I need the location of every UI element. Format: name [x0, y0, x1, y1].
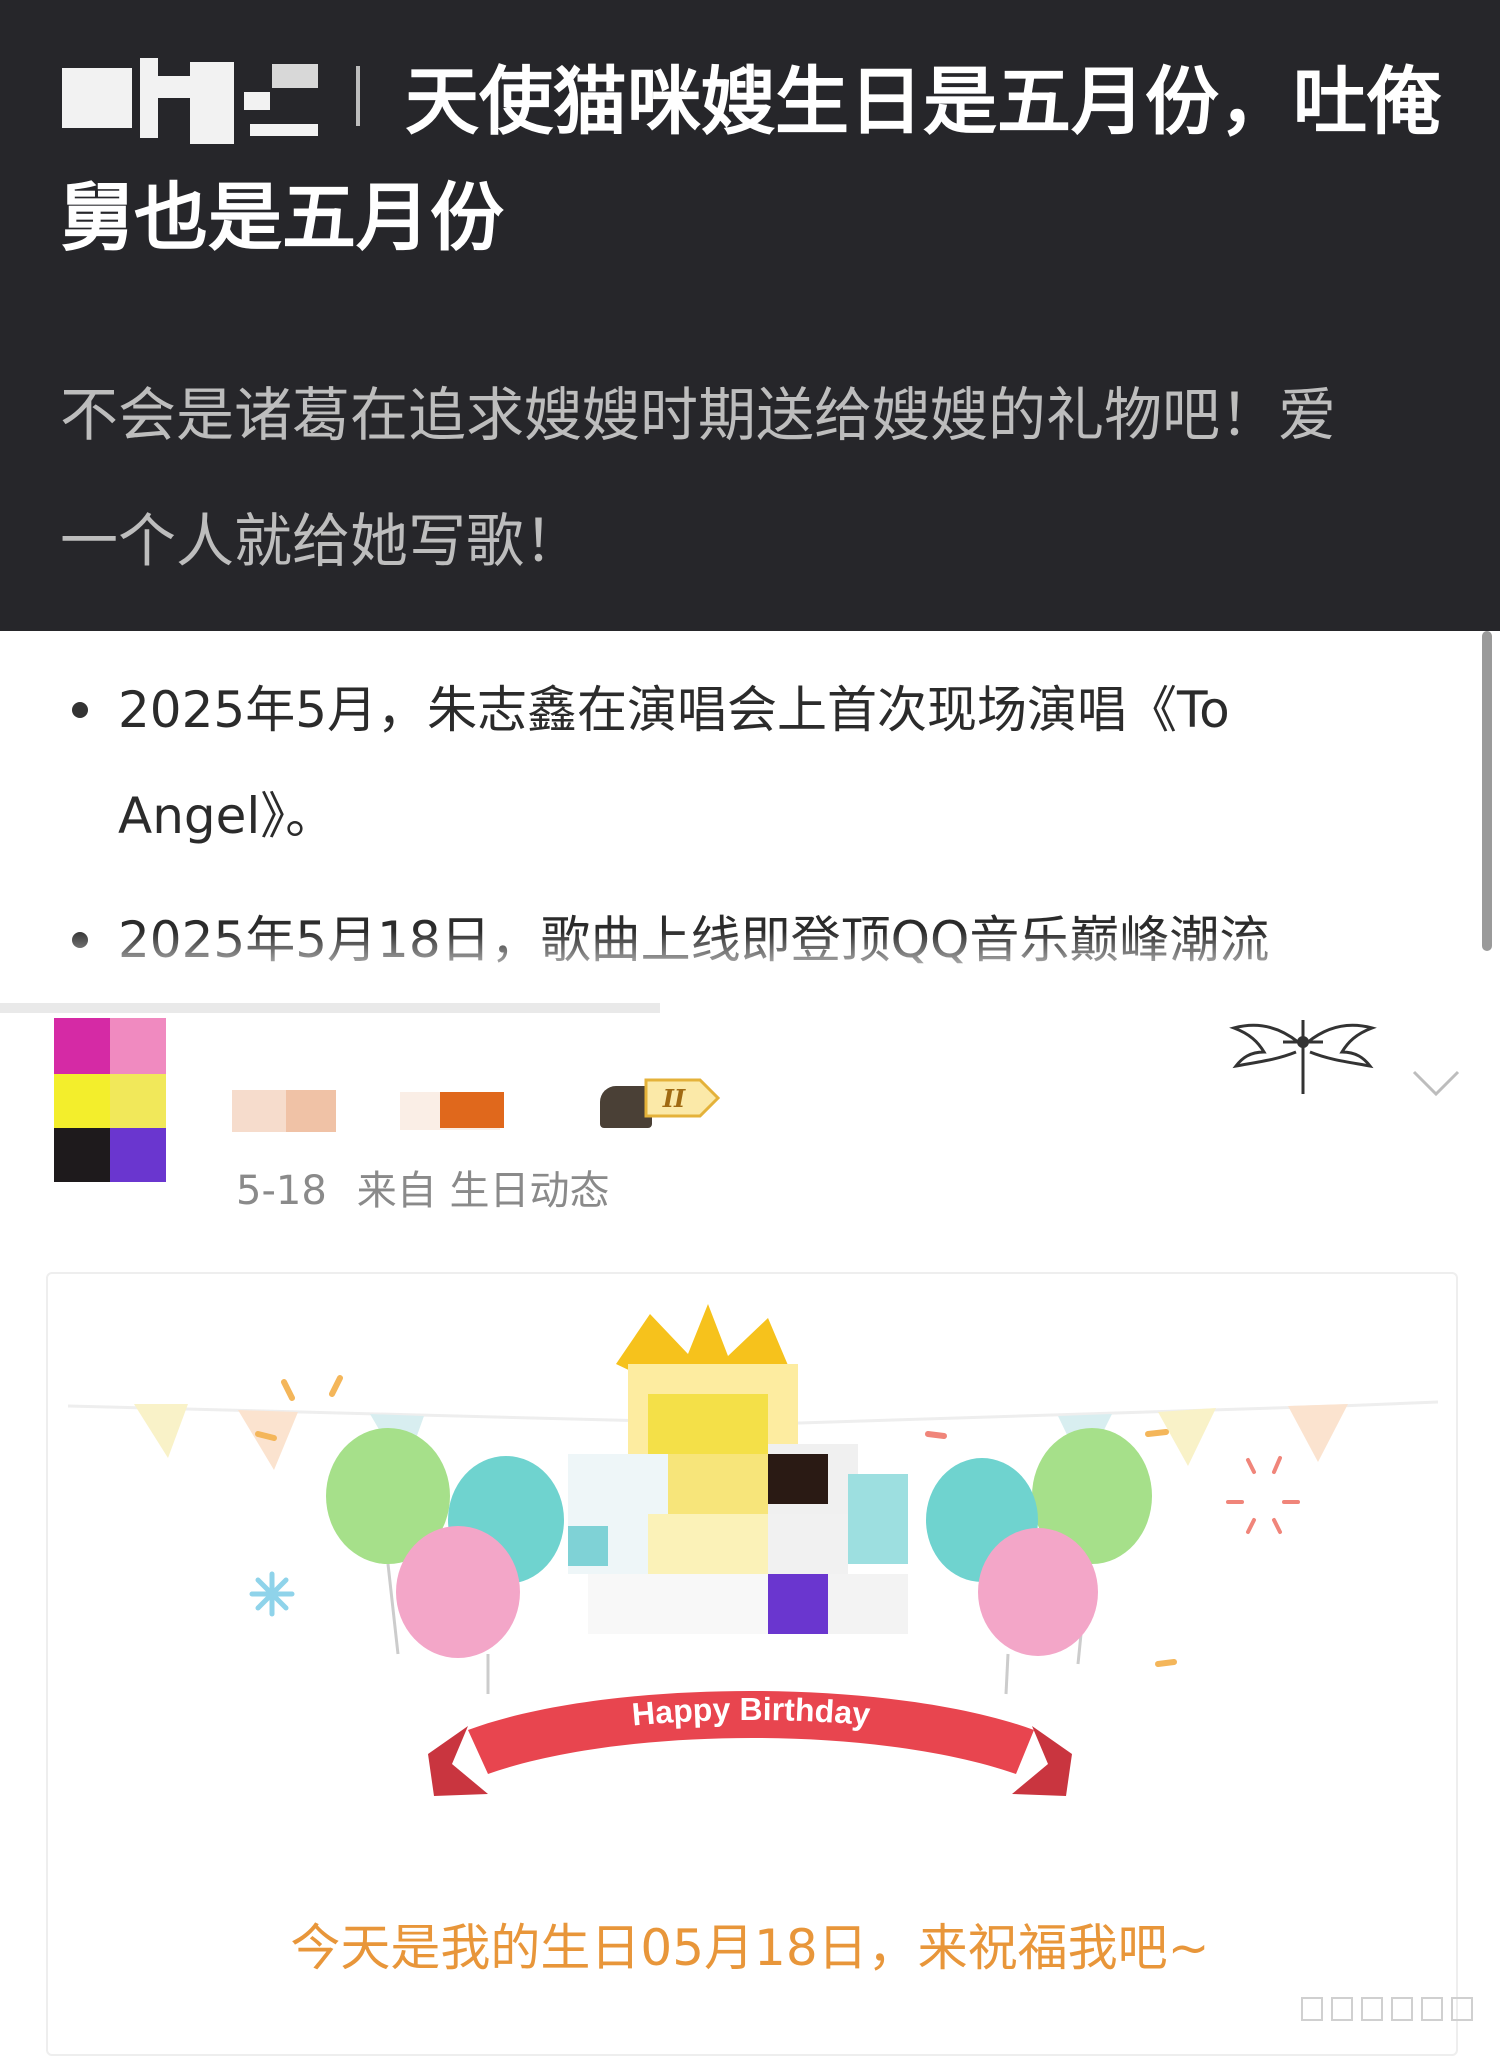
post-meta: 5-18 来自 生日动态	[236, 1158, 640, 1216]
card-divider	[0, 1003, 660, 1013]
vip-badge: II	[644, 1078, 721, 1118]
scrollbar[interactable]	[1482, 631, 1492, 951]
post-source[interactable]: 来自 生日动态	[357, 1168, 610, 1214]
post-date: 5-18	[236, 1168, 327, 1214]
post-header: 天使猫咪嫂生日是五月份，吐俺舅也是五月份 不会是诸葛在追求嫂嫂时期送给嫂嫂的礼物…	[0, 0, 1500, 631]
bullet-list: 2025年5月，朱志鑫在演唱会上首次现场演唱《To Angel》。 2025年5…	[0, 631, 1500, 1001]
chevron-down-icon[interactable]	[1410, 1068, 1462, 1098]
cross-wings-icon	[1229, 1020, 1377, 1094]
fade-overlay	[0, 931, 1500, 1001]
ribbon-text: Happy Birthday	[630, 1691, 872, 1732]
birthday-illustration: Happy Birthday	[67, 1304, 1439, 1796]
post-title: 天使猫咪嫂生日是五月份，吐俺舅也是五月份	[60, 59, 1441, 261]
avatar[interactable]	[54, 1018, 166, 1182]
watermark-icon	[1301, 1997, 1473, 2021]
vip-badge-label: II	[662, 1084, 686, 1113]
bullet-dot	[72, 702, 88, 718]
post-subtitle: 不会是诸葛在追求嫂嫂时期送给嫂嫂的礼物吧！爱一个人就给她写歌！	[60, 381, 1337, 575]
bullet-item: 2025年5月，朱志鑫在演唱会上首次现场演唱《To Angel》。	[118, 681, 1230, 845]
birthday-message: 今天是我的生日05月18日，来祝福我吧~	[290, 1919, 1210, 1977]
